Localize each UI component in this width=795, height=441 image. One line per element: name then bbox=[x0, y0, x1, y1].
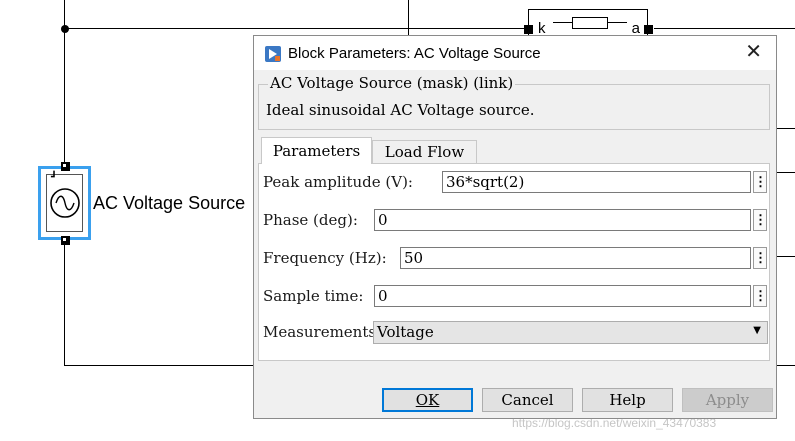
wire-top-right[interactable] bbox=[654, 28, 795, 29]
tab-load-flow-label: Load Flow bbox=[384, 143, 465, 161]
sample-time-label: Sample time: bbox=[263, 287, 364, 305]
phase-menu-button[interactable]: ⋮ bbox=[753, 209, 767, 231]
phase-input[interactable]: 0 bbox=[374, 209, 751, 231]
chevron-down-icon: ▼ bbox=[753, 325, 761, 336]
mask-description: Ideal sinusoidal AC Voltage source. bbox=[266, 101, 535, 119]
frequency-input[interactable]: 50 bbox=[400, 247, 751, 269]
top-block-left-port[interactable] bbox=[524, 25, 533, 34]
tab-load-flow[interactable]: Load Flow bbox=[372, 140, 477, 164]
top-block-right-port[interactable] bbox=[644, 25, 653, 34]
sample-time-input[interactable]: 0 bbox=[374, 285, 751, 307]
apply-button-label: Apply bbox=[705, 391, 750, 409]
measurements-label: Measurements bbox=[263, 323, 377, 341]
ac-source-icon bbox=[50, 188, 80, 218]
apply-button[interactable]: Apply bbox=[682, 388, 773, 412]
measurements-selected-value: Voltage bbox=[377, 323, 434, 341]
mask-header: AC Voltage Source (mask) (link) bbox=[268, 74, 516, 92]
wire-right-h2[interactable] bbox=[777, 172, 795, 173]
dialog-title: Block Parameters: AC Voltage Source bbox=[288, 45, 541, 62]
wire-vertical-mid[interactable] bbox=[408, 0, 409, 35]
wire-junction bbox=[61, 25, 69, 33]
wire-right-h3[interactable] bbox=[777, 256, 795, 257]
ac-source-block-label: AC Voltage Source bbox=[93, 193, 246, 213]
wire-left-vertical-lower[interactable] bbox=[64, 240, 65, 366]
peak-amplitude-menu-button[interactable]: ⋮ bbox=[753, 171, 767, 193]
frequency-label: Frequency (Hz): bbox=[263, 249, 387, 267]
measurements-select[interactable]: Voltage ▼ bbox=[373, 321, 768, 344]
ok-button[interactable]: OK bbox=[382, 388, 473, 412]
simulink-app-icon bbox=[265, 46, 281, 62]
peak-amplitude-label: Peak amplitude (V): bbox=[263, 173, 413, 191]
watermark: https://blog.csdn.net/weixin_43470383 bbox=[512, 416, 717, 430]
polarity-mark: ┛ bbox=[51, 172, 58, 183]
wire-right-h1[interactable] bbox=[777, 128, 795, 129]
ac-source-bottom-port-inner bbox=[63, 238, 66, 241]
tab-parameters[interactable]: Parameters bbox=[261, 137, 372, 164]
help-button-label: Help bbox=[609, 391, 646, 409]
wire-bottom-horizontal[interactable] bbox=[64, 365, 254, 366]
sample-time-menu-button[interactable]: ⋮ bbox=[753, 285, 767, 307]
parameters-panel: Peak amplitude (V): 36*sqrt(2) ⋮ Phase (… bbox=[258, 163, 770, 361]
help-button[interactable]: Help bbox=[582, 388, 673, 412]
phase-label: Phase (deg): bbox=[263, 211, 358, 229]
resistor-lead-right bbox=[607, 22, 627, 23]
ac-source-top-port-inner bbox=[63, 164, 66, 167]
frequency-menu-button[interactable]: ⋮ bbox=[753, 247, 767, 269]
block-parameters-dialog: Block Parameters: AC Voltage Source ✕ AC… bbox=[253, 35, 777, 419]
ok-button-label: OK bbox=[415, 391, 440, 409]
resistor-lead-left bbox=[553, 22, 572, 23]
dialog-titlebar[interactable]: Block Parameters: AC Voltage Source ✕ bbox=[254, 36, 776, 70]
wire-right-h4[interactable] bbox=[777, 365, 795, 366]
cancel-button[interactable]: Cancel bbox=[482, 388, 573, 412]
close-icon[interactable]: ✕ bbox=[745, 42, 762, 62]
cancel-button-label: Cancel bbox=[501, 391, 554, 409]
peak-amplitude-input[interactable]: 36*sqrt(2) bbox=[442, 171, 751, 193]
tab-parameters-label: Parameters bbox=[272, 142, 361, 160]
ac-voltage-source-block[interactable]: ┛ bbox=[38, 166, 91, 240]
resistor-symbol bbox=[572, 17, 608, 29]
wire-top-horizontal[interactable] bbox=[64, 28, 524, 29]
